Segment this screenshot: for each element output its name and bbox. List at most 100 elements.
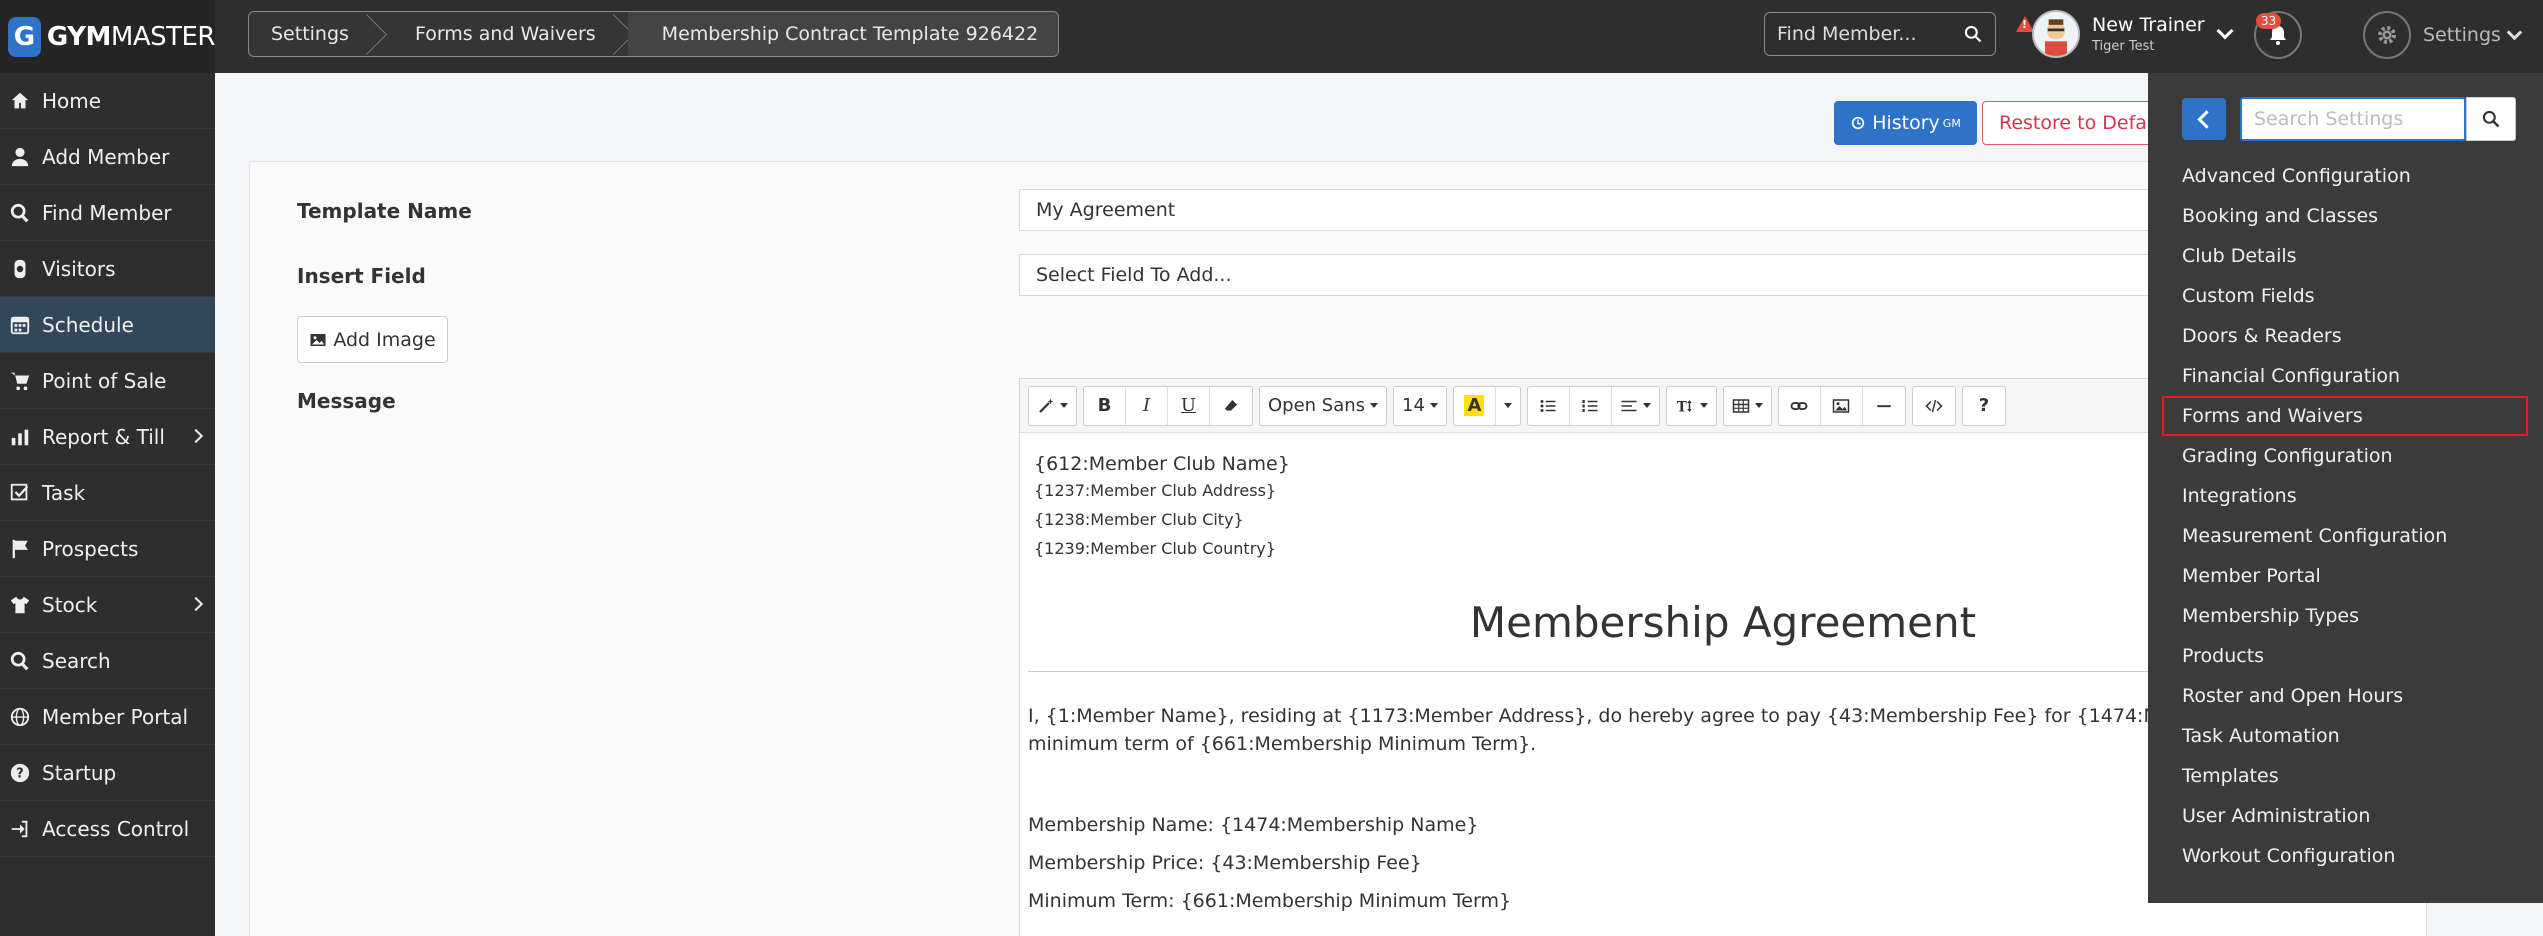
gymmaster-logo[interactable]: G GYMMASTER xyxy=(0,0,216,73)
breadcrumb-forms-and-waivers[interactable]: Forms and Waivers xyxy=(381,12,628,56)
settings-menu[interactable]: Settings xyxy=(2363,11,2523,59)
horizontal-rule-icon xyxy=(1877,404,1891,407)
settings-item-member-portal[interactable]: Member Portal xyxy=(2162,556,2528,596)
bullet-list-button[interactable] xyxy=(1528,386,1570,425)
line-height-dropdown[interactable]: T xyxy=(1667,387,1716,425)
settings-item-measurement-configuration[interactable]: Measurement Configuration xyxy=(2162,516,2528,556)
settings-list: Advanced Configuration Booking and Classe… xyxy=(2162,156,2528,876)
highlight-button[interactable]: A xyxy=(1454,386,1496,425)
sidebar-item-home[interactable]: Home xyxy=(0,73,215,129)
settings-item-integrations[interactable]: Integrations xyxy=(2162,476,2528,516)
history-icon xyxy=(1852,116,1865,130)
settings-item-task-automation[interactable]: Task Automation xyxy=(2162,716,2528,756)
template-name-input[interactable]: My Agreement xyxy=(1019,189,2219,231)
breadcrumb-settings[interactable]: Settings xyxy=(249,12,381,56)
notifications[interactable]: 33 xyxy=(2254,11,2302,59)
notification-badge: 33 xyxy=(2256,13,2282,29)
calendar-icon xyxy=(8,313,32,337)
sidebar-item-report-and-till[interactable]: Report & Till xyxy=(0,409,215,465)
settings-item-doors-readers[interactable]: Doors & Readers xyxy=(2162,316,2528,356)
sidebar-item-task[interactable]: Task xyxy=(0,465,215,521)
history-button[interactable]: History GM xyxy=(1834,101,1977,145)
settings-item-booking-and-classes[interactable]: Booking and Classes xyxy=(2162,196,2528,236)
chevron-down-icon[interactable] xyxy=(2506,24,2523,40)
italic-button[interactable]: I xyxy=(1126,386,1168,425)
sidebar-item-visitors[interactable]: Visitors xyxy=(0,241,215,297)
task-icon xyxy=(8,481,32,505)
globe-icon xyxy=(8,705,32,729)
settings-item-custom-fields[interactable]: Custom Fields xyxy=(2162,276,2528,316)
settings-item-user-administration[interactable]: User Administration xyxy=(2162,796,2528,836)
sidebar-item-stock[interactable]: Stock xyxy=(0,577,215,633)
eraser-button[interactable] xyxy=(1210,387,1252,425)
cart-icon xyxy=(8,369,32,393)
gear-button[interactable] xyxy=(2363,11,2411,59)
table-dropdown[interactable] xyxy=(1724,387,1771,425)
font-size-dropdown[interactable]: 14 xyxy=(1394,387,1446,425)
insert-field-select[interactable]: Select Field To Add... xyxy=(1019,254,2219,296)
breadcrumb-current: Membership Contract Template 926422 xyxy=(627,12,1059,56)
image-icon xyxy=(310,333,326,346)
sidebar-item-member-portal[interactable]: Member Portal xyxy=(0,689,215,745)
search-icon xyxy=(8,201,32,225)
highlight-color-dropdown[interactable] xyxy=(1496,387,1520,425)
sidebar-item-label: Report & Till xyxy=(42,424,165,449)
settings-item-financial-configuration[interactable]: Financial Configuration xyxy=(2162,356,2528,396)
eraser-icon xyxy=(1225,399,1237,411)
sidebar-item-access-control[interactable]: Access Control xyxy=(0,801,215,857)
sidebar-item-label: Find Member xyxy=(42,200,172,225)
sidebar-item-label: Member Portal xyxy=(42,704,189,729)
settings-item-club-details[interactable]: Club Details xyxy=(2162,236,2528,276)
link-button[interactable] xyxy=(1779,386,1821,425)
shirt-icon xyxy=(8,593,32,617)
settings-item-advanced-configuration[interactable]: Advanced Configuration xyxy=(2162,156,2528,196)
user-info: New Trainer Tiger Test xyxy=(2092,14,2205,54)
sidebar-item-search[interactable]: Search xyxy=(0,633,215,689)
user-menu[interactable]: ! New Trainer Tiger Test xyxy=(2016,10,2234,58)
sidebar-item-point-of-sale[interactable]: Point of Sale xyxy=(0,353,215,409)
numbered-list-button[interactable] xyxy=(1570,386,1612,425)
user-subtitle: Tiger Test xyxy=(2092,39,2155,54)
settings-item-roster-and-open-hours[interactable]: Roster and Open Hours xyxy=(2162,676,2528,716)
back-button[interactable] xyxy=(2182,98,2226,140)
settings-item-products[interactable]: Products xyxy=(2162,636,2528,676)
settings-label[interactable]: Settings xyxy=(2423,24,2501,46)
sidebar-item-label: Task xyxy=(42,480,86,505)
insert-image-button[interactable] xyxy=(1821,386,1863,425)
search-settings-input[interactable] xyxy=(2240,97,2466,141)
sidebar-item-startup[interactable]: ? Startup xyxy=(0,745,215,801)
code-view-button[interactable] xyxy=(1913,387,1955,425)
avatar xyxy=(2032,10,2080,58)
sidebar-item-add-member[interactable]: Add Member xyxy=(0,129,215,185)
sidebar-item-prospects[interactable]: Prospects xyxy=(0,521,215,577)
chevron-right-icon xyxy=(188,596,204,612)
find-member-search[interactable]: Find Member... xyxy=(1764,12,1996,56)
chevron-down-icon[interactable] xyxy=(2216,22,2234,40)
horizontal-rule-button[interactable] xyxy=(1863,387,1905,425)
sidebar-item-schedule[interactable]: Schedule xyxy=(0,297,215,353)
bold-button[interactable]: B xyxy=(1084,386,1126,425)
question-icon: ? xyxy=(8,761,32,785)
search-settings-button[interactable] xyxy=(2466,97,2516,141)
search-icon[interactable] xyxy=(1963,24,1983,44)
help-button[interactable]: ? xyxy=(1963,387,2005,425)
sidebar-item-label: Search xyxy=(42,648,111,673)
settings-item-forms-and-waivers[interactable]: Forms and Waivers xyxy=(2162,396,2528,436)
underline-button[interactable]: U xyxy=(1168,386,1210,425)
align-dropdown[interactable] xyxy=(1612,387,1659,425)
add-image-button[interactable]: Add Image xyxy=(297,316,448,363)
visitor-icon xyxy=(8,257,32,281)
find-member-input[interactable]: Find Member... xyxy=(1777,23,1917,45)
magic-wand-button[interactable] xyxy=(1029,387,1076,425)
settings-item-grading-configuration[interactable]: Grading Configuration xyxy=(2162,436,2528,476)
font-family-dropdown[interactable]: Open Sans xyxy=(1260,387,1386,425)
settings-item-templates[interactable]: Templates xyxy=(2162,756,2528,796)
sidebar-item-find-member[interactable]: Find Member xyxy=(0,185,215,241)
settings-item-workout-configuration[interactable]: Workout Configuration xyxy=(2162,836,2528,876)
history-label: History xyxy=(1872,112,1940,134)
settings-item-membership-types[interactable]: Membership Types xyxy=(2162,596,2528,636)
settings-dropdown-panel: Advanced ConfigurationBooking and Classe… xyxy=(2148,73,2543,903)
chart-icon xyxy=(8,425,32,449)
breadcrumb: Settings Forms and Waivers Membership Co… xyxy=(248,11,1060,57)
line-height-icon: T xyxy=(1677,399,1692,415)
